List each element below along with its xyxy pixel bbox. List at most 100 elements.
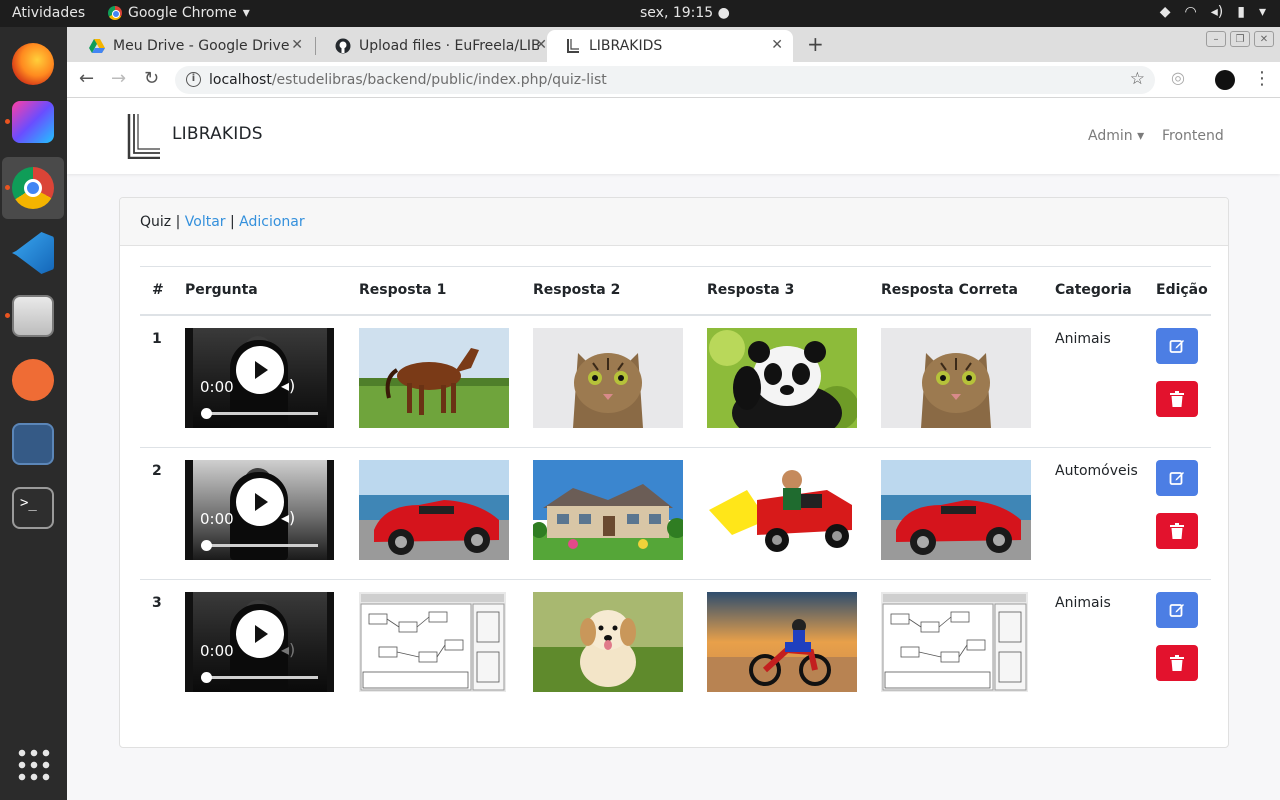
new-tab-button[interactable]: + — [807, 32, 824, 56]
trash-icon — [1170, 655, 1184, 671]
edit-button[interactable] — [1156, 460, 1198, 496]
column-header: Edição — [1156, 282, 1208, 298]
video-progress-bar[interactable] — [204, 676, 318, 679]
profile-avatar-icon[interactable] — [1215, 70, 1235, 90]
tab-strip: Meu Drive - Google Drive ✕ Upload files … — [67, 27, 1280, 62]
edit-button[interactable] — [1156, 328, 1198, 364]
video-progress-bar[interactable] — [204, 544, 318, 547]
librakids-logo[interactable] — [127, 113, 161, 159]
system-tray[interactable]: ◆ ◠ ◂) ▮ ▾ — [1160, 4, 1266, 20]
battery-icon[interactable]: ▮ — [1237, 4, 1245, 20]
video-progress-handle[interactable] — [201, 408, 212, 419]
dock-mysql-workbench[interactable] — [2, 413, 64, 475]
running-indicator — [5, 185, 10, 190]
play-icon[interactable] — [236, 346, 284, 394]
admin-dropdown[interactable]: Admin ▾ — [1088, 128, 1144, 144]
dropbox-icon[interactable]: ◆ — [1160, 4, 1171, 20]
answer3-toy-truck-image — [707, 460, 857, 560]
activities-button[interactable]: Atividades — [12, 5, 85, 21]
close-icon[interactable]: ✕ — [535, 37, 547, 53]
back-icon[interactable]: ← — [79, 68, 94, 89]
edit-icon — [1169, 472, 1184, 485]
volume-icon[interactable]: ◂) — [1211, 4, 1224, 20]
dock-vscode[interactable] — [2, 222, 64, 284]
dock-app-2[interactable] — [2, 91, 64, 153]
column-header: Resposta 1 — [359, 282, 447, 298]
bookmark-star-icon[interactable]: ☆ — [1130, 69, 1145, 89]
back-link[interactable]: Voltar — [185, 214, 226, 230]
more-options-icon[interactable]: ⋮ — [330, 643, 334, 657]
video-progress-handle[interactable] — [201, 540, 212, 551]
files-icon — [12, 295, 54, 337]
add-link[interactable]: Adicionar — [239, 214, 304, 230]
trash-icon — [1170, 391, 1184, 407]
vscode-icon — [12, 232, 54, 274]
video-time: 0:00 — [200, 510, 234, 528]
volume-icon[interactable]: ◂) — [281, 376, 295, 395]
question-video-player[interactable]: 0:00 ◂) ⋮ — [185, 328, 334, 428]
delete-button[interactable] — [1156, 645, 1198, 681]
menu-kebab-icon[interactable]: ⋮ — [1253, 68, 1271, 89]
card-header: Quiz | Voltar | Adicionar — [120, 198, 1228, 246]
question-video-player[interactable]: 0:00 ◂) ⋮ — [185, 460, 334, 560]
forward-icon[interactable]: → — [111, 68, 126, 89]
table-border — [140, 266, 1211, 267]
url-host: localhost — [209, 72, 272, 88]
show-applications-button[interactable] — [2, 733, 64, 795]
dock-terminal[interactable]: >_ — [2, 477, 64, 539]
volume-icon[interactable]: ◂) — [281, 640, 295, 659]
brand-name[interactable]: LIBRAKIDS — [172, 124, 263, 144]
column-header: Resposta 3 — [707, 282, 795, 298]
answer3-motorbike-image — [707, 592, 857, 692]
column-header: Resposta 2 — [533, 282, 621, 298]
close-icon[interactable]: ✕ — [771, 37, 783, 53]
category: Animais — [1055, 595, 1111, 611]
dock-firefox[interactable] — [2, 33, 64, 95]
app-menu[interactable]: Google Chrome ▾ — [108, 5, 250, 21]
clock[interactable]: sex, 19:15 ● — [640, 5, 730, 21]
answer3-panda-image — [707, 328, 857, 428]
power-menu-icon[interactable]: ▾ — [1259, 4, 1266, 20]
close-window-button[interactable]: ✕ — [1254, 31, 1274, 47]
card-title: Quiz — [140, 213, 172, 230]
dock-chrome[interactable] — [2, 157, 64, 219]
delete-button[interactable] — [1156, 513, 1198, 549]
tab-librakids[interactable]: LIBRAKIDS ✕ — [547, 30, 793, 62]
more-options-icon[interactable]: ⋮ — [330, 379, 334, 393]
table-header-border — [140, 314, 1211, 316]
mysql-workbench-icon — [12, 423, 54, 465]
close-icon[interactable]: ✕ — [291, 37, 303, 53]
volume-icon[interactable]: ◂) — [281, 508, 295, 527]
chrome-icon — [108, 6, 122, 20]
extension-icon[interactable]: ◎ — [1171, 68, 1185, 87]
play-icon[interactable] — [236, 610, 284, 658]
tab-title: Upload files · EuFreela/LIB — [359, 38, 539, 54]
answer2-puppy-image — [533, 592, 683, 692]
more-options-icon[interactable]: ⋮ — [330, 511, 334, 525]
chrome-icon — [12, 167, 54, 209]
chevron-down-icon: ▾ — [242, 5, 250, 21]
edit-button[interactable] — [1156, 592, 1198, 628]
info-icon[interactable]: i — [186, 72, 201, 87]
video-progress-bar[interactable] — [204, 412, 318, 415]
correct-answer-software-screenshot-image — [881, 592, 1028, 692]
address-bar[interactable]: i localhost/estudelibras/backend/public/… — [175, 66, 1155, 94]
delete-button[interactable] — [1156, 381, 1198, 417]
dock: >_ — [0, 27, 67, 800]
dock-files[interactable] — [2, 285, 64, 347]
wifi-icon[interactable]: ◠ — [1185, 4, 1197, 20]
video-progress-handle[interactable] — [201, 672, 212, 683]
running-indicator — [5, 119, 10, 124]
minimize-button[interactable]: – — [1206, 31, 1226, 47]
play-icon[interactable] — [236, 478, 284, 526]
question-video-player[interactable]: 0:00 ◂) ⋮ — [185, 592, 334, 692]
app-name: Google Chrome — [128, 5, 237, 21]
reload-icon[interactable]: ↻ — [144, 68, 159, 89]
frontend-link[interactable]: Frontend — [1162, 128, 1224, 144]
maximize-button[interactable]: ❐ — [1230, 31, 1250, 47]
tab-github-upload[interactable]: Upload files · EuFreela/LIB ✕ — [317, 30, 557, 62]
tab-google-drive[interactable]: Meu Drive - Google Drive ✕ — [71, 30, 313, 62]
dock-postman[interactable] — [2, 349, 64, 411]
trash-icon — [1170, 523, 1184, 539]
edit-icon — [1169, 340, 1184, 353]
